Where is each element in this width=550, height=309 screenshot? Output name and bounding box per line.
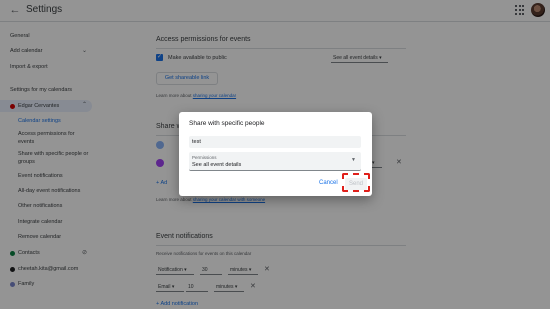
cancel-button[interactable]: Cancel — [319, 180, 338, 186]
permissions-label: Permissions — [192, 155, 217, 160]
send-highlight-box — [342, 173, 370, 192]
permissions-select[interactable]: Permissions See all event details ▼ — [189, 152, 361, 171]
share-email-input[interactable]: test — [189, 136, 361, 148]
permissions-value: See all event details — [192, 162, 242, 168]
dropdown-arrow-icon: ▼ — [351, 157, 356, 163]
dialog-title: Share with specific people — [189, 120, 265, 127]
